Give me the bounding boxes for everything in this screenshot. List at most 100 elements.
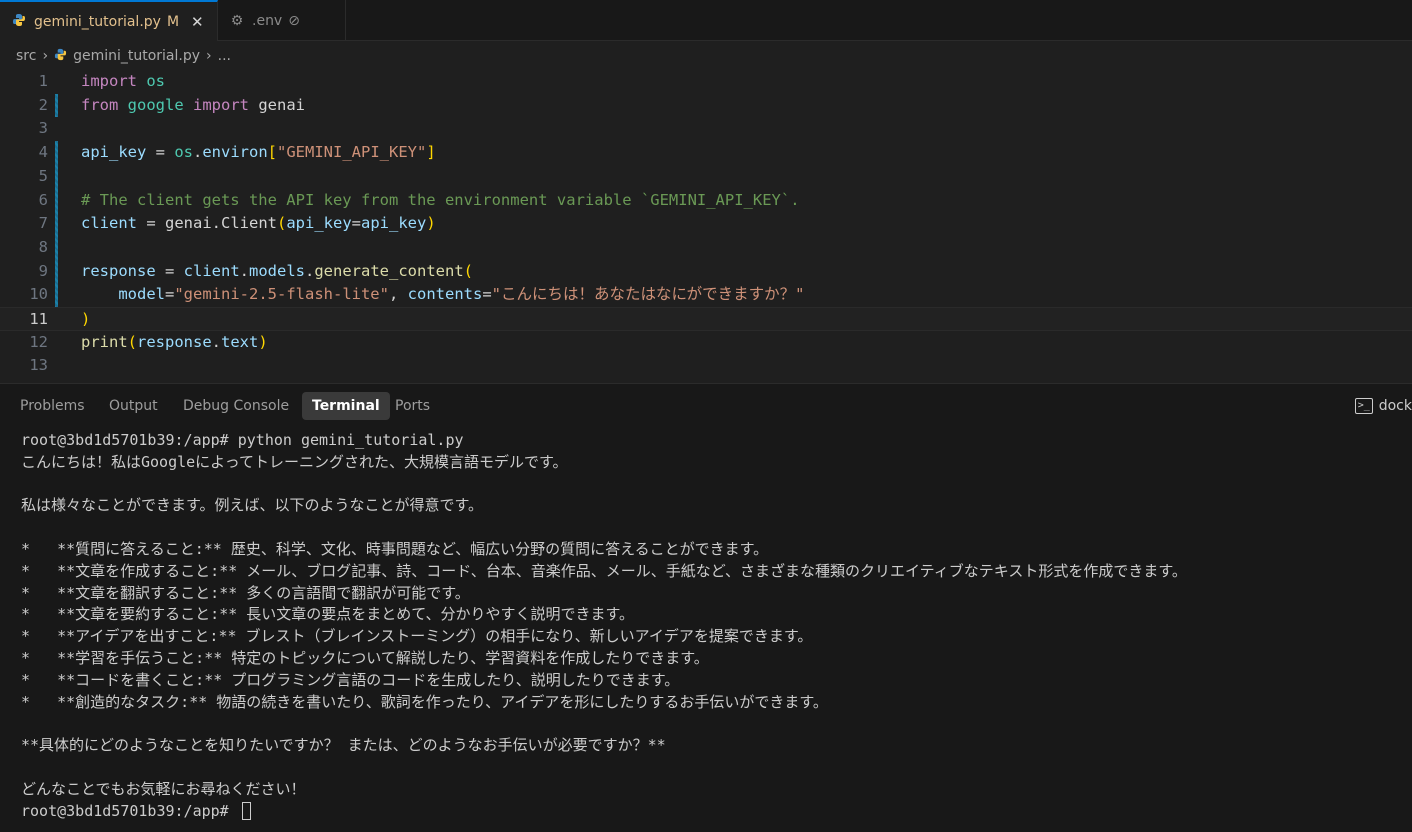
terminal-line: * **文章を要約すること:** 長い文章の要点をまとめて、分かりやすく説明でき…	[21, 605, 635, 624]
code-line[interactable]: 5	[0, 165, 1412, 189]
code-text: import os	[81, 70, 165, 94]
code-text: # The client gets the API key from the e…	[81, 189, 800, 213]
code-token: .	[305, 261, 315, 280]
code-token: client	[81, 214, 137, 233]
panel-tab-terminal[interactable]: Terminal	[302, 392, 390, 420]
terminal-line: こんにちは！私はGoogleによってトレーニングされた、大規模言語モデルです。	[21, 452, 568, 471]
line-number: 4	[38, 143, 48, 162]
terminal-line: **具体的にどのようなことを知りたいですか？ または、どのようなお手伝いが必要で…	[21, 736, 666, 755]
code-token: environ	[202, 143, 268, 162]
code-token: model	[118, 285, 165, 304]
terminal-output[interactable]: root@3bd1d5701b39:/app# python gemini_tu…	[21, 430, 1411, 822]
panel-tab-ports[interactable]: Ports	[385, 392, 440, 420]
code-token: response	[137, 332, 212, 351]
code-line[interactable]: 6 # The client gets the API key from the …	[0, 189, 1412, 213]
code-token: "GEMINI_API_KEY"	[277, 143, 427, 162]
terminal-icon: >_	[1354, 398, 1373, 414]
code-token: models	[249, 261, 305, 280]
code-token: Client	[221, 214, 277, 233]
terminal-instance[interactable]: >_ dock	[1354, 392, 1412, 420]
code-token: response	[81, 261, 156, 280]
code-token: genai	[249, 95, 306, 114]
panel-tab-debug-console[interactable]: Debug Console	[173, 392, 299, 420]
tab-env[interactable]: ⚙ .env ⊘	[218, 0, 346, 41]
code-token: api_key	[286, 214, 352, 233]
chevron-right-icon: ›	[42, 48, 49, 64]
breadcrumb-file[interactable]: gemini_tutorial.py	[73, 48, 200, 64]
code-line[interactable]: 10 model="gemini-2.5-flash-lite", conten…	[0, 283, 1412, 307]
bottom-panel: >_ dock Problems Output Debug Console Termin…	[0, 383, 1412, 832]
panel-tabs: >_ dock Problems Output Debug Console Termin…	[0, 392, 1412, 420]
code-line[interactable]: 13	[0, 354, 1412, 378]
code-token: api_key	[81, 143, 147, 162]
line-number: 12	[29, 332, 48, 351]
code-token: )	[81, 310, 91, 328]
code-line[interactable]: 11)	[0, 307, 1412, 331]
code-line[interactable]: 8	[0, 236, 1412, 260]
code-token: os	[174, 143, 193, 162]
line-number: 13	[29, 356, 48, 375]
panel-tab-output[interactable]: Output	[99, 392, 168, 420]
code-line[interactable]: 7 client = genai.Client(api_key=api_key)	[0, 212, 1412, 236]
tab-gemini-tutorial[interactable]: gemini_tutorial.py M ✕	[0, 0, 218, 41]
terminal-line: root@3bd1d5701b39:/app#	[21, 801, 1411, 823]
code-token: =	[155, 261, 184, 280]
code-token: api_key	[361, 214, 427, 233]
gear-icon: ⚙	[230, 12, 244, 29]
terminal-line: * **学習を手伝うこと:** 特定のトピックについて解説したり、学習資料を作成…	[21, 648, 709, 667]
code-text: response = client.models.generate_conten…	[81, 260, 473, 284]
breadcrumb-more[interactable]: ...	[218, 48, 231, 64]
code-text: print(response.text)	[81, 331, 268, 355]
code-token: from	[81, 95, 119, 114]
code-token: generate_content	[314, 261, 464, 280]
code-line[interactable]: 4 api_key = os.environ["GEMINI_API_KEY"]	[0, 141, 1412, 165]
code-token: =	[482, 285, 492, 304]
terminal-line: * **アイデアを出すこと:** ブレスト（ブレインストーミング）の相手になり、…	[21, 627, 813, 646]
code-text: model="gemini-2.5-flash-lite", contents=…	[81, 283, 805, 307]
code-token: .	[239, 261, 249, 280]
code-token: )	[258, 332, 268, 351]
breadcrumb-folder[interactable]: src	[16, 48, 36, 64]
line-number: 8	[38, 237, 48, 256]
ignored-badge: ⊘	[288, 12, 300, 29]
line-number: 10	[29, 285, 48, 304]
code-line[interactable]: 9 response = client.models.generate_conte…	[0, 260, 1412, 284]
code-text: from google import genai	[81, 94, 305, 118]
line-number: 7	[38, 214, 48, 233]
code-token: google	[127, 95, 184, 114]
code-token: (	[127, 332, 138, 351]
code-line[interactable]: 12 print(response.text)	[0, 331, 1412, 355]
line-number: 5	[38, 166, 48, 185]
terminal-line: root@3bd1d5701b39:/app# python gemini_tu…	[21, 431, 464, 449]
code-token: client	[183, 261, 240, 280]
code-token: os	[146, 72, 166, 90]
code-text: )	[81, 308, 90, 332]
code-line[interactable]: 3	[0, 117, 1412, 141]
code-token: print	[81, 332, 128, 351]
close-icon[interactable]: ✕	[191, 13, 204, 31]
code-token: .	[193, 143, 203, 162]
terminal-line: どんなことでもお気軽にお尋ねください！	[21, 779, 306, 798]
tab-label: .env	[252, 12, 283, 29]
chevron-right-icon: ›	[206, 48, 212, 64]
code-line[interactable]: 1 import os	[0, 70, 1412, 94]
code-token: "こんにちは！あなたはなにができますか？"	[491, 285, 805, 304]
code-token: "gemini-2.5-flash-lite"	[174, 285, 389, 304]
editor-tab-bar: gemini_tutorial.py M ✕ ⚙ .env ⊘	[0, 0, 1412, 41]
panel-tab-problems[interactable]: Problems	[10, 392, 95, 420]
line-number: 9	[38, 261, 48, 280]
code-text: client = genai.Client(api_key=api_key)	[81, 212, 436, 236]
code-line[interactable]: 2 from google import genai	[0, 94, 1412, 118]
code-token: ,	[388, 285, 408, 304]
terminal-line: * **文章を作成すること:** メール、ブログ記事、詩、コード、台本、音楽作品…	[21, 561, 1187, 580]
code-editor[interactable]: 1 import os 2 from google import genai 3 4 api…	[0, 70, 1412, 382]
terminal-name: dock	[1378, 398, 1412, 414]
